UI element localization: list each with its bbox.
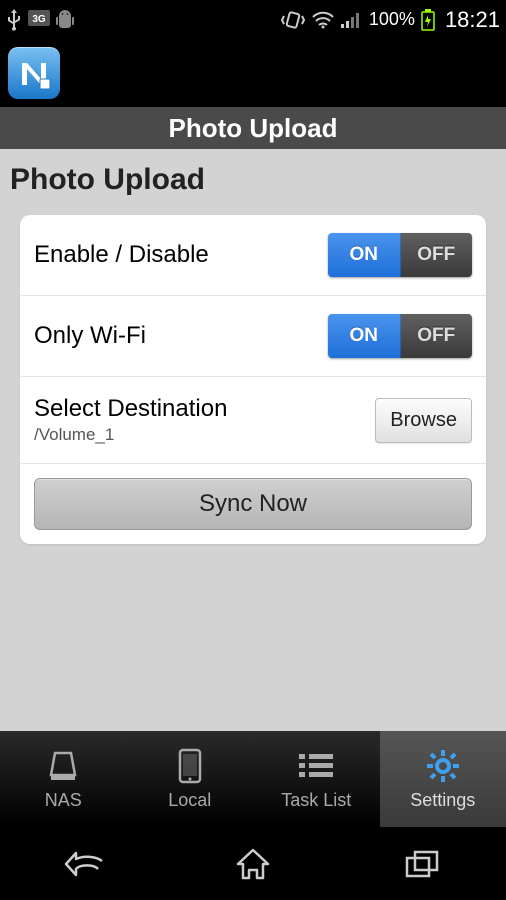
enable-toggle[interactable]: ON OFF — [328, 233, 472, 277]
wifi-icon — [311, 10, 335, 30]
battery-percent: 100% — [369, 9, 415, 30]
system-nav-bar — [0, 827, 506, 900]
tab-tasklist[interactable]: Task List — [253, 731, 380, 827]
app-icon — [8, 47, 60, 99]
android-icon — [56, 10, 74, 30]
tab-local[interactable]: Local — [127, 731, 254, 827]
dest-path: /Volume_1 — [34, 425, 375, 445]
toggle-off[interactable]: OFF — [401, 314, 473, 358]
row-enable-disable: Enable / Disable ON OFF — [20, 215, 486, 296]
svg-text:3G: 3G — [32, 14, 46, 25]
tab-nas[interactable]: NAS — [0, 731, 127, 827]
nas-icon — [46, 748, 80, 784]
status-bar: 3G 100% 18:21 — [0, 0, 506, 39]
settings-card: Enable / Disable ON OFF Only Wi-Fi ON OF… — [20, 215, 486, 544]
toggle-off[interactable]: OFF — [401, 233, 473, 277]
usb-icon — [6, 9, 22, 31]
dest-label: Select Destination — [34, 395, 375, 423]
gear-icon — [425, 748, 461, 784]
row-select-destination: Select Destination /Volume_1 Browse — [20, 377, 486, 464]
tab-label: Local — [168, 790, 211, 811]
app-bar — [0, 39, 506, 107]
row-sync: Sync Now — [20, 464, 486, 544]
bottom-tabs: NAS Local Task List Settings — [0, 731, 506, 827]
back-button[interactable] — [54, 844, 114, 884]
content-area: Photo Upload Enable / Disable ON OFF Onl… — [0, 149, 506, 731]
sync-now-button[interactable]: Sync Now — [34, 478, 472, 530]
title-bar-text: Photo Upload — [169, 113, 338, 144]
toggle-on[interactable]: ON — [328, 233, 401, 277]
signal-icon — [341, 11, 363, 29]
row-only-wifi: Only Wi-Fi ON OFF — [20, 296, 486, 377]
battery-icon — [421, 9, 435, 31]
enable-label: Enable / Disable — [34, 241, 328, 269]
tab-label: Task List — [281, 790, 351, 811]
vibrate-icon — [281, 10, 305, 30]
tab-label: Settings — [410, 790, 475, 811]
phone-icon — [178, 748, 202, 784]
browse-button[interactable]: Browse — [375, 398, 472, 443]
clock: 18:21 — [445, 7, 500, 33]
home-button[interactable] — [223, 844, 283, 884]
title-bar: Photo Upload — [0, 107, 506, 149]
wifi-label: Only Wi-Fi — [34, 322, 328, 350]
toggle-on[interactable]: ON — [328, 314, 401, 358]
list-icon — [299, 748, 333, 784]
wifi-toggle[interactable]: ON OFF — [328, 314, 472, 358]
page-title: Photo Upload — [6, 149, 500, 215]
network-3g-icon: 3G — [28, 10, 50, 30]
tab-label: NAS — [45, 790, 82, 811]
recent-button[interactable] — [392, 844, 452, 884]
tab-settings[interactable]: Settings — [380, 731, 506, 827]
